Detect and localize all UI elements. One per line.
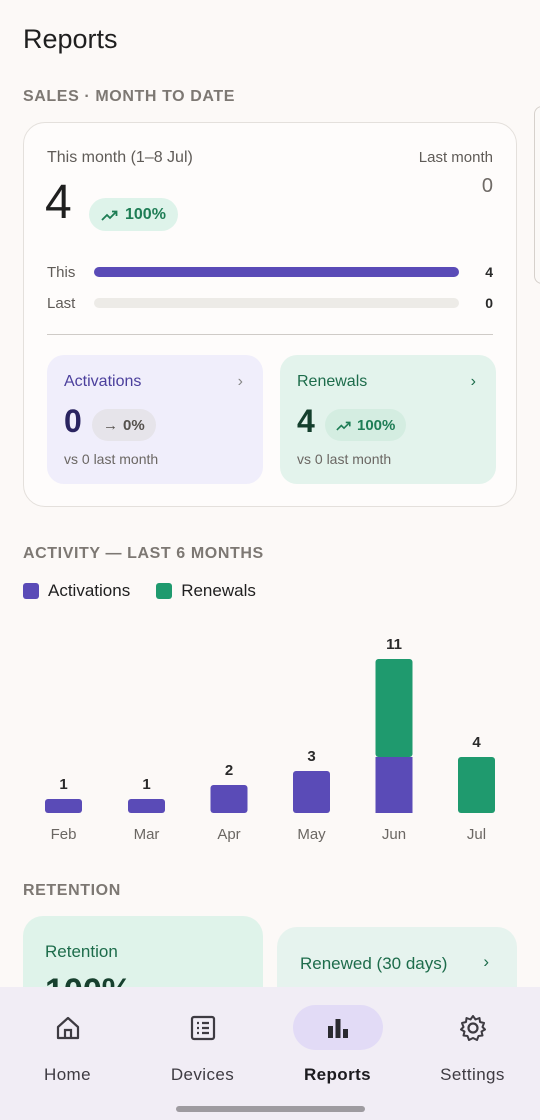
bar-total-label: 3 <box>307 748 315 765</box>
bar-chart-icon <box>327 1018 348 1038</box>
nav-label: Devices <box>170 1065 235 1084</box>
retention-section-heading: RETENTION <box>23 882 121 899</box>
card-divider <box>47 334 493 335</box>
legend-item-activations: Activations <box>23 581 130 601</box>
bar-total-label: 11 <box>386 636 402 653</box>
activations-title: Activations <box>64 373 142 390</box>
bar-renewals-jun[interactable] <box>375 659 413 757</box>
nav-item-home[interactable]: Home <box>0 1005 135 1085</box>
renewals-comparison: vs 0 last month <box>297 451 392 467</box>
x-tick-label: Jul <box>467 826 486 843</box>
chevron-right-icon: › <box>483 952 489 971</box>
page-title: Reports <box>23 24 118 54</box>
this-bar-row: This 4 <box>47 262 493 282</box>
legend-label: Activations <box>48 581 131 600</box>
trend-up-icon <box>336 421 351 431</box>
legend-swatch <box>23 583 39 599</box>
legend-item-renewals: Renewals <box>156 581 256 601</box>
home-indicator <box>176 1106 365 1112</box>
activations-badge: → 0% <box>92 409 156 441</box>
bar-total-label: 1 <box>142 776 150 793</box>
sales-summary-card: This month (1–8 Jul) 4 100% Last month 0… <box>23 122 517 507</box>
chart-legend: Activations Renewals <box>23 581 256 601</box>
renewals-value: 4 <box>297 403 315 439</box>
legend-label: Renewals <box>181 581 256 600</box>
trend-badge: 100% <box>89 198 178 231</box>
renewals-title: Renewals <box>297 373 368 390</box>
renewed-title: Renewed (30 days) <box>300 954 448 973</box>
nav-pill <box>292 1005 383 1050</box>
last-month-label: Last month <box>418 149 493 166</box>
bottom-navigation: Home Devices Reports Settings <box>0 987 540 1120</box>
activity-bar-chart: 1 Feb 1 Mar 2 Apr 3 May 11 Jun 4 Jul <box>45 636 495 843</box>
chevron-right-icon: › <box>470 373 476 390</box>
gear-icon <box>459 1014 486 1041</box>
legend-swatch <box>156 583 173 599</box>
bar-activations-feb[interactable] <box>45 799 82 813</box>
renewals-badge-value: 100% <box>357 416 396 434</box>
this-month-label: This month (1–8 Jul) <box>47 149 193 166</box>
activations-badge-value: 0% <box>123 416 145 434</box>
devices-list-icon <box>190 1015 215 1040</box>
home-icon <box>56 1016 79 1039</box>
nav-pill <box>158 1005 248 1050</box>
last-bar-row: Last 0 <box>47 293 493 313</box>
nav-pill <box>23 1005 113 1050</box>
nav-label: Settings <box>440 1065 505 1084</box>
bar-value: 4 <box>485 264 493 280</box>
bar-fill <box>94 267 459 277</box>
arrow-right-icon: → <box>103 416 118 434</box>
bar-track <box>94 267 459 277</box>
renewals-card[interactable]: Renewals › 4 100% vs 0 last month <box>280 355 496 484</box>
trend-badge-value: 100% <box>125 205 166 223</box>
bar-total-label: 1 <box>59 776 67 793</box>
renewals-badge: 100% <box>325 409 407 441</box>
x-tick-label: May <box>297 826 326 843</box>
nav-pill <box>428 1005 518 1050</box>
nav-label: Home <box>44 1065 91 1084</box>
bar-total-label: 2 <box>225 762 233 779</box>
bar-activations-jun[interactable] <box>375 757 413 813</box>
nav-item-settings[interactable]: Settings <box>405 1005 540 1085</box>
nav-label: Reports <box>303 1065 372 1084</box>
bar-label: This <box>47 263 76 281</box>
nav-item-reports[interactable]: Reports <box>270 1005 405 1085</box>
this-month-count: 4 <box>45 176 72 229</box>
bar-total-label: 4 <box>472 734 481 751</box>
activations-comparison: vs 0 last month <box>64 451 159 467</box>
retention-title: Retention <box>45 942 118 961</box>
activations-value: 0 <box>64 403 82 439</box>
bar-activations-apr[interactable] <box>210 785 248 813</box>
x-tick-label: Feb <box>51 826 77 843</box>
x-tick-label: Jun <box>382 826 406 843</box>
activity-section-heading: ACTIVITY — LAST 6 MONTHS <box>23 545 264 562</box>
chevron-right-icon: › <box>237 373 243 390</box>
x-tick-label: Apr <box>217 826 240 843</box>
x-tick-label: Mar <box>134 826 160 843</box>
bar-renewals-jul[interactable] <box>458 757 495 813</box>
last-month-value: 0 <box>481 175 493 197</box>
bar-value: 0 <box>485 295 493 311</box>
trend-up-icon <box>101 210 118 221</box>
bar-track <box>94 298 459 308</box>
activations-card[interactable]: Activations › 0 → 0% vs 0 last month <box>47 355 263 484</box>
bar-activations-may[interactable] <box>293 771 330 813</box>
bar-activations-mar[interactable] <box>128 799 165 813</box>
edge-panel-handle[interactable] <box>534 106 540 284</box>
bar-label: Last <box>47 294 76 312</box>
nav-item-devices[interactable]: Devices <box>135 1005 270 1085</box>
sales-section-heading: SALES · MONTH TO DATE <box>23 88 236 105</box>
